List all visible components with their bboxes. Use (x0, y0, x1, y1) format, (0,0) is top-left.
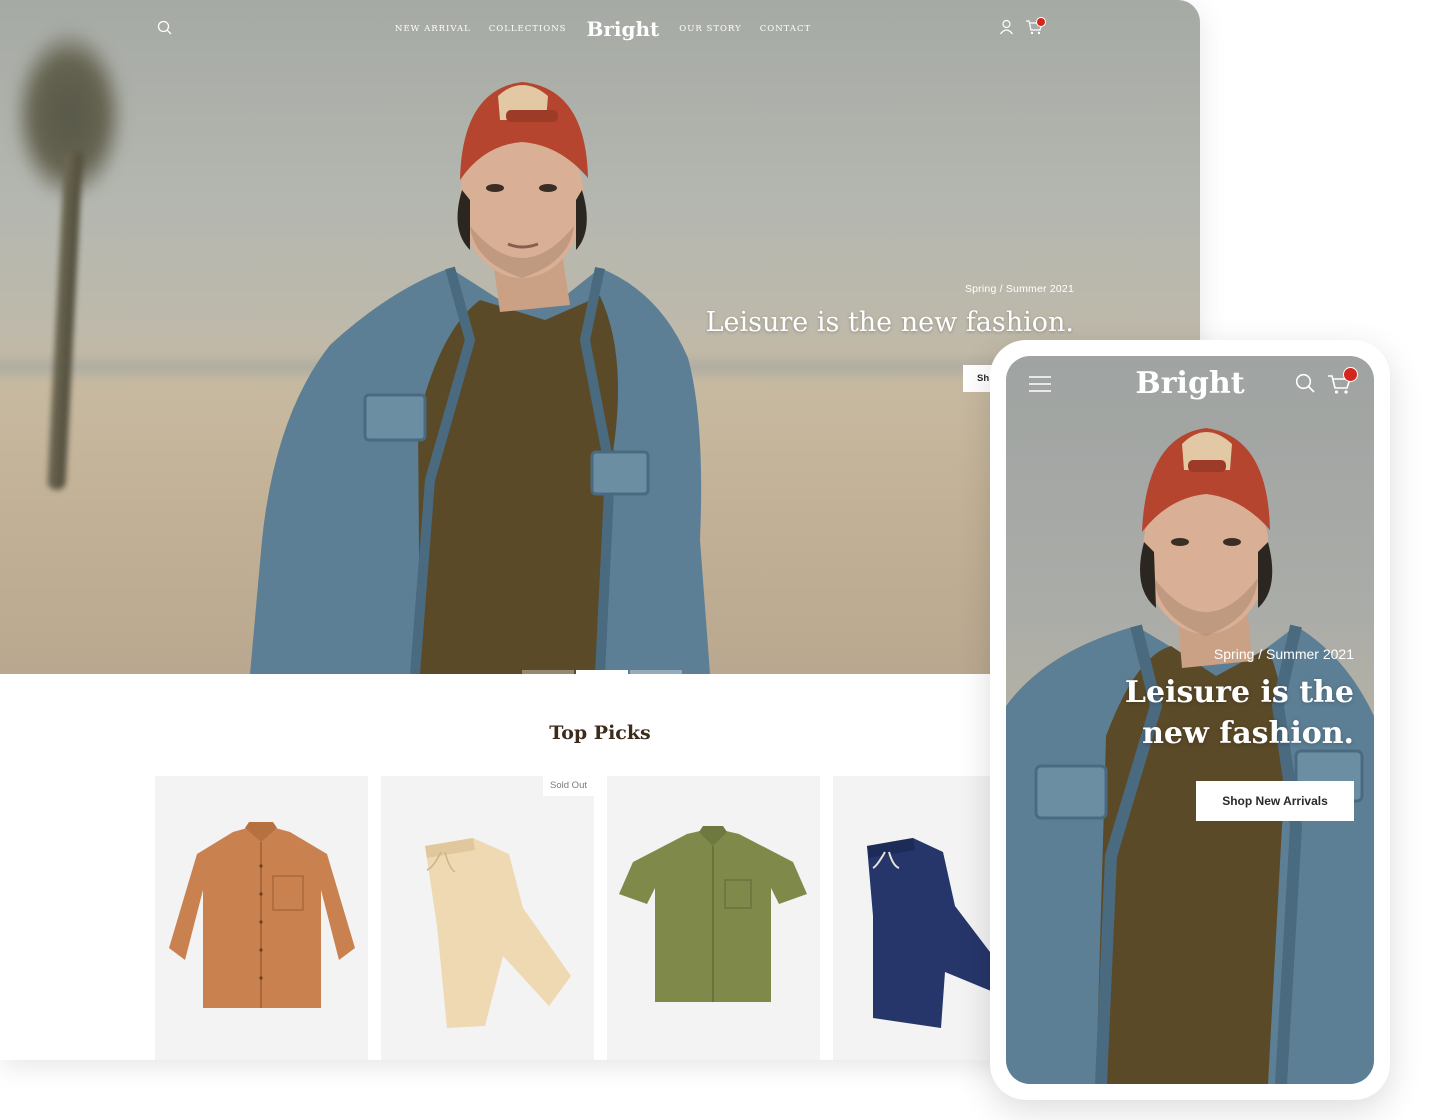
hero-headline: Leisure is the new fashion. (705, 307, 1074, 338)
user-icon[interactable] (999, 19, 1014, 35)
search-icon[interactable] (157, 20, 172, 35)
hero-copy: Spring / Summer 2021 Leisure is the new … (706, 283, 1074, 338)
nav-new-arrival[interactable]: NEW ARRIVAL (395, 24, 471, 34)
hero-headline-line2: new fashion. (1142, 716, 1354, 751)
nav-collections[interactable]: COLLECTIONS (489, 24, 567, 34)
product-card[interactable]: Sold Out (381, 776, 594, 1060)
product-card[interactable] (607, 776, 820, 1060)
cart-badge (1343, 367, 1358, 382)
product-image (425, 838, 571, 1028)
product-card[interactable] (155, 776, 368, 1060)
product-grid: Sold Out (155, 776, 1046, 1060)
hero-headline-line1: Leisure is the (1124, 675, 1354, 710)
carousel-dot[interactable] (522, 670, 574, 674)
hero-headline: Leisure is the new fashion. (1125, 672, 1354, 754)
mobile-hero-copy: Spring / Summer 2021 Leisure is the new … (1125, 646, 1354, 754)
search-icon[interactable] (1295, 373, 1315, 393)
nav-our-story[interactable]: OUR STORY (679, 24, 741, 34)
brand-logo[interactable]: Bright (586, 17, 659, 41)
product-image (619, 826, 807, 1002)
hero-kicker: Spring / Summer 2021 (1213, 646, 1354, 662)
carousel-dot[interactable] (630, 670, 682, 674)
hero-kicker: Spring / Summer 2021 (964, 283, 1074, 295)
desktop-header: NEW ARRIVAL COLLECTIONS Bright OUR STORY… (0, 0, 1200, 58)
sold-out-badge: Sold Out (543, 776, 594, 796)
carousel-indicator (522, 670, 682, 674)
nav-contact[interactable]: CONTACT (760, 24, 811, 34)
cart-badge (1036, 17, 1046, 27)
carousel-dot-active[interactable] (576, 670, 628, 674)
product-image (169, 822, 355, 1008)
shop-new-arrivals-button[interactable]: Shop New Arrivals (1196, 781, 1354, 821)
mobile-mockup: Bright Spring / Summer 2021 Leisure is t… (990, 340, 1390, 1100)
mobile-hero: Bright Spring / Summer 2021 Leisure is t… (1006, 356, 1374, 1084)
primary-nav: NEW ARRIVAL COLLECTIONS Bright OUR STORY… (395, 0, 810, 58)
mobile-brand-logo[interactable]: Bright (1006, 366, 1374, 401)
